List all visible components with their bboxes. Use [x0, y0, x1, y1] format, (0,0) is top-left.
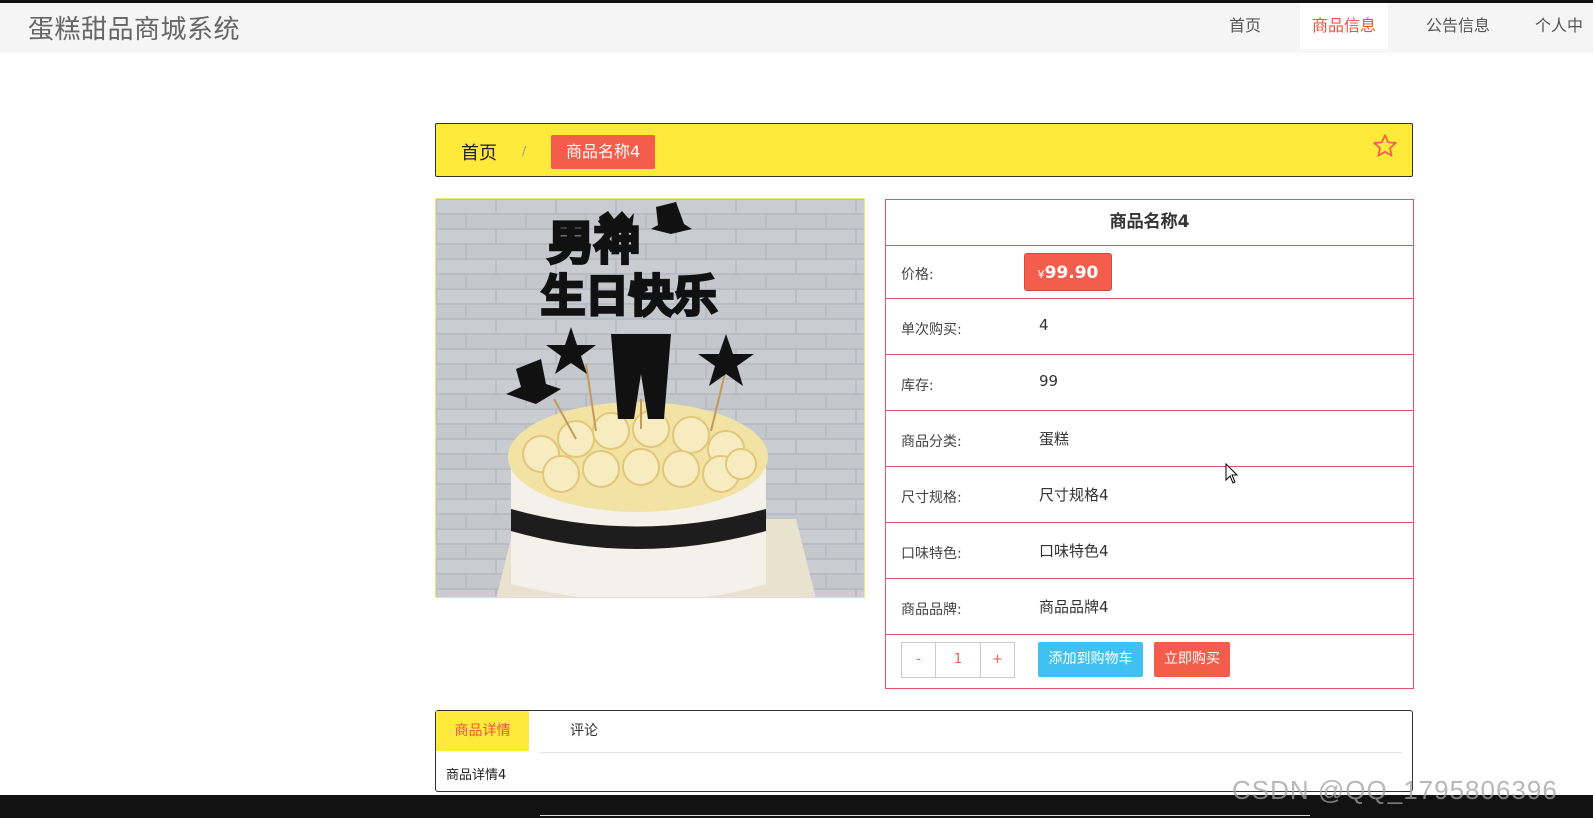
cake-photo: 男神 生日快乐: [436, 199, 864, 597]
product-info-table: 商品名称4 价格: ¥99.90 单次购买: 4 库存: 99 商品分类: 蛋糕…: [885, 199, 1414, 689]
cake-topper-line2: 生日快乐: [541, 271, 717, 322]
price-badge: ¥99.90: [1024, 253, 1112, 291]
nav-notices[interactable]: 公告信息: [1414, 3, 1502, 49]
add-to-cart-button[interactable]: 添加到购物车: [1038, 642, 1143, 677]
row-label: 尺寸规格:: [901, 490, 962, 506]
bottom-divider: [540, 815, 1310, 816]
category-row: 商品分类: 蛋糕: [886, 411, 1413, 467]
top-navbar: 蛋糕甜品商城系统 首页 商品信息 公告信息 个人中: [0, 3, 1593, 53]
quantity-decrease-button[interactable]: -: [902, 643, 935, 677]
cake-topper-line1: 男神: [548, 216, 640, 270]
purchase-limit-row: 单次购买: 4: [886, 299, 1413, 355]
row-value: 蛋糕: [1039, 430, 1070, 448]
watermark-text: CSDN @QQ_1795806396: [1232, 775, 1558, 805]
currency-symbol: ¥: [1037, 268, 1045, 281]
price-value: 99.90: [1044, 263, 1099, 283]
row-label: 口味特色:: [901, 546, 962, 562]
quantity-increase-button[interactable]: +: [981, 643, 1014, 677]
product-name: 商品名称4: [886, 200, 1413, 246]
product-image: 男神 生日快乐: [435, 198, 865, 598]
quantity-stepper: - 1 +: [901, 642, 1015, 678]
row-label: 库存:: [901, 378, 934, 394]
row-label: 单次购买:: [901, 322, 962, 338]
star-outline-icon[interactable]: [1372, 133, 1398, 159]
price-row: 价格: ¥99.90: [886, 246, 1413, 299]
breadcrumb-separator: /: [522, 144, 527, 158]
tab-content-details: 商品详情4: [446, 768, 507, 783]
price-label: 价格:: [901, 267, 934, 283]
row-value: 4: [1039, 316, 1049, 334]
tab-comments[interactable]: 评论: [554, 711, 614, 751]
row-value: 商品品牌4: [1039, 598, 1109, 616]
nav-home[interactable]: 首页: [1210, 3, 1280, 49]
row-label: 商品品牌:: [901, 602, 962, 618]
purchase-actions: - 1 + 添加到购物车 立即购买: [886, 635, 1413, 684]
app-title: 蛋糕甜品商城系统: [28, 15, 241, 45]
tab-divider: [540, 752, 1402, 753]
breadcrumb: 首页 / 商品名称4: [435, 123, 1413, 177]
flavor-row: 口味特色: 口味特色4: [886, 523, 1413, 579]
size-row: 尺寸规格: 尺寸规格4: [886, 467, 1413, 523]
breadcrumb-current: 商品名称4: [551, 135, 656, 169]
nav-profile[interactable]: 个人中: [1535, 3, 1593, 49]
row-value: 口味特色4: [1039, 542, 1109, 560]
mouse-cursor-icon: [1225, 463, 1239, 484]
row-value: 99: [1039, 372, 1059, 390]
tab-details[interactable]: 商品详情: [436, 711, 529, 751]
row-label: 商品分类:: [901, 434, 962, 450]
stock-row: 库存: 99: [886, 355, 1413, 411]
row-value: 尺寸规格4: [1039, 486, 1109, 504]
quantity-input[interactable]: 1: [935, 643, 981, 677]
breadcrumb-home[interactable]: 首页: [461, 139, 497, 165]
nav-products[interactable]: 商品信息: [1300, 3, 1388, 49]
brand-row: 商品品牌: 商品品牌4: [886, 579, 1413, 635]
buy-now-button[interactable]: 立即购买: [1154, 642, 1230, 677]
